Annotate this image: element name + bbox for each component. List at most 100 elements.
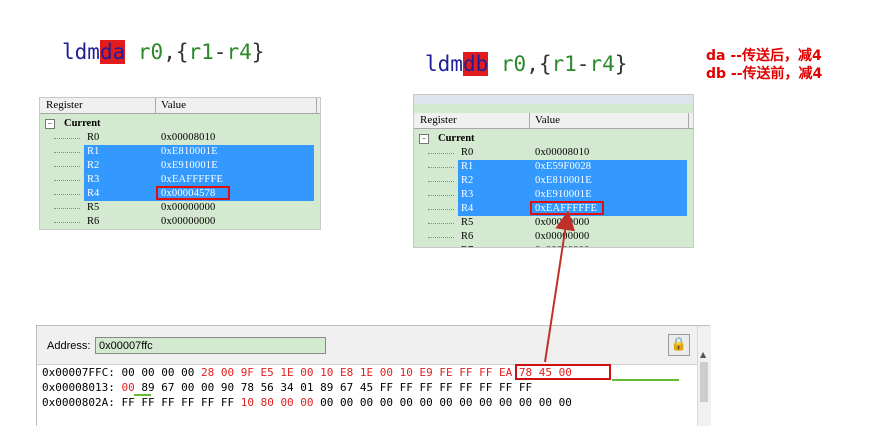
memory-address: 0x0000802A: xyxy=(42,396,115,409)
tree-connector xyxy=(54,138,80,140)
vertical-scrollbar[interactable]: ▲ xyxy=(697,326,711,426)
register-value[interactable]: 0xE810001E xyxy=(161,146,218,157)
register-row-r0[interactable]: R0 0x00008010 xyxy=(414,146,693,160)
register-row-r3[interactable]: R3 0xEAFFFFFE xyxy=(40,173,320,187)
memory-bytes: 89 67 00 00 90 78 56 34 01 89 67 45 FF F… xyxy=(134,381,533,394)
tree-connector xyxy=(428,209,454,211)
register-value[interactable]: 0xE810001E xyxy=(535,175,592,186)
tree-connector xyxy=(54,222,80,224)
tree-connector xyxy=(54,166,80,168)
tree-connector xyxy=(428,195,454,197)
registers-header: Register Value xyxy=(40,98,320,114)
scroll-up-arrow-icon[interactable]: ▲ xyxy=(700,350,706,359)
memory-bytes-changed: 10 80 00 00 xyxy=(240,396,314,409)
register-value[interactable]: 0x00008010 xyxy=(535,147,590,158)
register-name: R2 xyxy=(87,160,100,171)
col-register-header[interactable]: Register xyxy=(420,114,457,126)
collapse-icon[interactable]: − xyxy=(419,134,429,144)
register-name: R2 xyxy=(461,175,474,186)
scrollbar-thumb[interactable] xyxy=(700,362,708,402)
register-name: R1 xyxy=(87,146,100,157)
memory-line[interactable]: 0x00008013: 00 89 67 00 00 90 78 56 34 0… xyxy=(42,381,532,396)
collapse-icon[interactable]: − xyxy=(45,119,55,129)
register-name: R1 xyxy=(461,161,474,172)
tree-connector xyxy=(428,167,454,169)
register-value[interactable]: 0x00008010 xyxy=(161,132,216,143)
register-name: R7 xyxy=(461,245,473,247)
code-ldmdb: ldmdb r0,{r1-r4} xyxy=(425,52,628,76)
col-register-header[interactable]: Register xyxy=(46,99,83,111)
register-value[interactable]: 0x00000000 xyxy=(161,202,216,213)
register-row-r6[interactable]: R6 0x00000000 xyxy=(40,215,320,229)
register-value[interactable]: 0x00000000 xyxy=(535,245,590,247)
register-name: R3 xyxy=(461,189,474,200)
register-value[interactable]: 0xEAFFFFFE xyxy=(161,174,223,185)
memory-address: 0x00008013: xyxy=(42,381,115,394)
code-keyword: ldm xyxy=(62,40,100,64)
tree-connector xyxy=(54,194,80,196)
memory-bytes-changed: 00 xyxy=(121,381,135,394)
memory-bytes: 00 00 00 00 xyxy=(114,366,201,379)
lock-icon[interactable]: 🔒 xyxy=(668,334,690,356)
address-input[interactable]: 0x00007ffc xyxy=(95,337,326,354)
register-name: R6 xyxy=(461,231,474,242)
register-name: R4 xyxy=(461,203,474,214)
registers-header: Register Value xyxy=(414,113,693,129)
register-name: R0 xyxy=(87,132,100,143)
address-label: Address: xyxy=(47,340,91,352)
register-name: R6 xyxy=(87,216,100,227)
registers-panel-right: Register Value − Current R0 0x00008010 R1 0… xyxy=(413,94,694,248)
register-value[interactable]: 0x00000000 xyxy=(161,216,216,227)
code-ldmda: ldmda r0,{r1-r4} xyxy=(62,40,265,64)
tree-connector xyxy=(428,237,454,239)
code-suffix-db: db xyxy=(462,52,489,76)
memory-line[interactable]: 0x00007FFC: 00 00 00 00 28 00 9F E5 1E 0… xyxy=(42,366,572,381)
register-row-r1[interactable]: R1 0xE59F0028 xyxy=(414,160,693,174)
address-bar: Address: 0x00007ffc 🔒 xyxy=(37,326,697,365)
register-name: R5 xyxy=(461,217,474,228)
register-row-r5[interactable]: R5 0x00000000 xyxy=(414,216,693,230)
tree-connector xyxy=(428,223,454,225)
memory-line[interactable]: 0x0000802A: FF FF FF FF FF FF 10 80 00 0… xyxy=(42,396,572,411)
register-value[interactable]: 0xE910001E xyxy=(535,189,592,200)
col-value-header[interactable]: Value xyxy=(535,114,560,126)
code-suffix-da: da xyxy=(99,40,126,64)
group-current[interactable]: − Current xyxy=(414,132,693,146)
register-name: R3 xyxy=(87,174,100,185)
register-name: R0 xyxy=(461,147,474,158)
group-current[interactable]: − Current xyxy=(40,117,320,131)
register-row-r2[interactable]: R2 0xE810001E xyxy=(414,174,693,188)
register-name: R4 xyxy=(87,188,100,199)
registers-panel-left: Register Value − Current R0 0x00008010 R1 0… xyxy=(39,97,321,230)
register-value[interactable]: 0x00000000 xyxy=(535,231,590,242)
register-row-r5[interactable]: R5 0x00000000 xyxy=(40,201,320,215)
memory-bytes: FF FF FF FF FF FF xyxy=(114,396,241,409)
highlight-bytes-fe-ff-ff-ea xyxy=(515,364,611,380)
tree-connector xyxy=(54,152,80,154)
note-da: da --传送后，减4 xyxy=(706,48,822,64)
tree-connector xyxy=(54,208,80,210)
register-row-r2[interactable]: R2 0xE910001E xyxy=(40,159,320,173)
mode-notes: da --传送后，减4 db --传送前，减4 xyxy=(706,47,822,83)
register-row-r3[interactable]: R3 0xE910001E xyxy=(414,188,693,202)
highlight-r4-value xyxy=(530,201,604,215)
register-name: R5 xyxy=(87,202,100,213)
register-value[interactable]: 0x00000000 xyxy=(535,217,590,228)
register-row-r0[interactable]: R0 0x00008010 xyxy=(40,131,320,145)
memory-window: Address: 0x00007ffc 🔒 ▲ 0x00007FFC: 00 0… xyxy=(36,325,711,426)
register-row-r1[interactable]: R1 0xE810001E xyxy=(40,145,320,159)
register-value[interactable]: 0xE910001E xyxy=(161,160,218,171)
register-value[interactable]: 0xE59F0028 xyxy=(535,161,591,172)
panel-title-strip xyxy=(414,95,693,104)
highlight-r4-value xyxy=(156,186,230,200)
memory-address: 0x00007FFC: xyxy=(42,366,115,379)
tree-connector xyxy=(428,181,454,183)
note-db: db --传送前，减4 xyxy=(706,66,823,82)
memory-bytes: 00 00 00 00 00 00 00 00 00 00 00 00 00 xyxy=(313,396,572,409)
underline-bytes-78-45-00 xyxy=(612,379,679,381)
register-row-r7[interactable]: R7 0x00000000 xyxy=(414,244,693,247)
tree-connector xyxy=(428,153,454,155)
col-value-header[interactable]: Value xyxy=(161,99,186,111)
register-row-r6[interactable]: R6 0x00000000 xyxy=(414,230,693,244)
underline-byte-00 xyxy=(134,394,151,396)
